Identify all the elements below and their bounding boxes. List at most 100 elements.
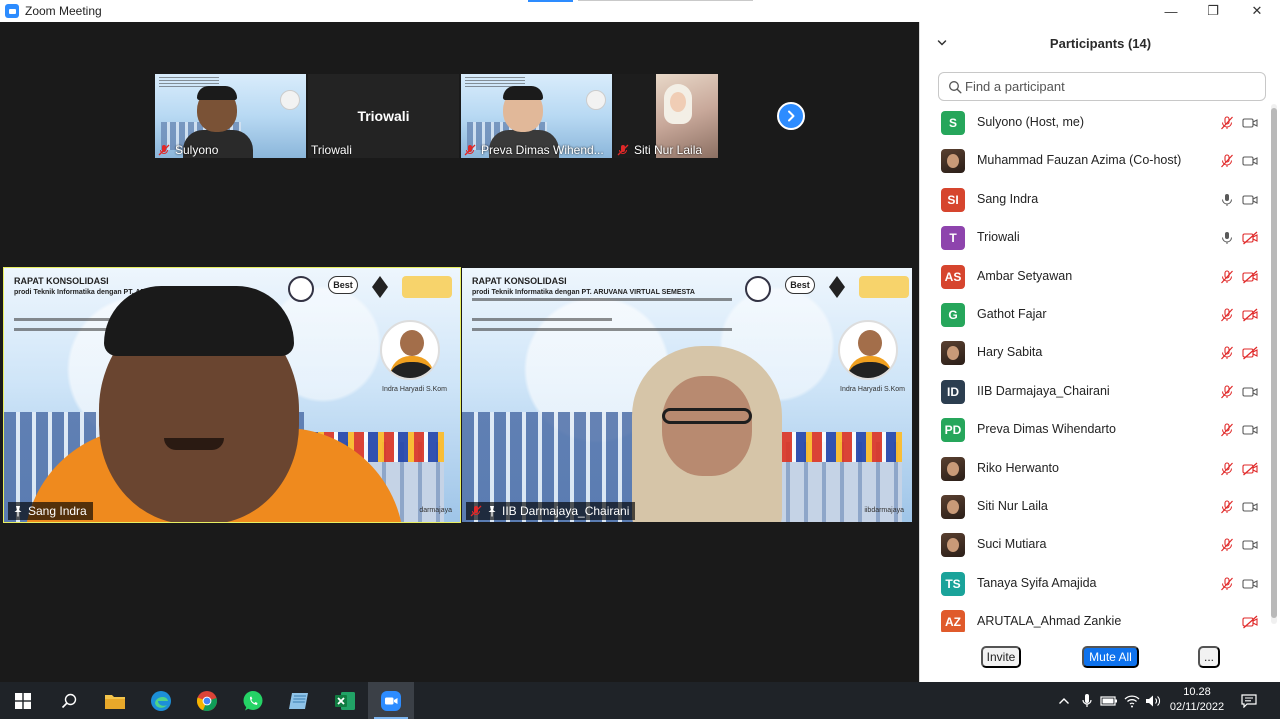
kampus-merdeka-logo <box>859 276 909 298</box>
tray-wifi[interactable] <box>1122 682 1142 719</box>
taskbar-whatsapp[interactable] <box>230 682 276 719</box>
participant-row[interactable]: AS Ambar Setyawan <box>920 258 1270 296</box>
tile-name-tag: Sang Indra <box>8 502 93 520</box>
video-thumbnail-sulyono[interactable]: Sulyono <box>155 74 306 158</box>
participants-header: Participants (14) <box>920 22 1280 64</box>
video-off-icon[interactable] <box>1242 346 1258 360</box>
participant-row[interactable]: G Gathot Fajar <box>920 296 1270 334</box>
participant-name: Hary Sabita <box>977 345 1043 360</box>
avatar: SI <box>941 187 965 212</box>
taskbar-search-button[interactable] <box>46 682 92 719</box>
mic-muted-icon[interactable] <box>1219 462 1235 476</box>
mic-muted-icon[interactable] <box>1219 423 1235 437</box>
video-icon[interactable] <box>1242 116 1258 130</box>
search-input[interactable] <box>965 79 1255 94</box>
video-icon[interactable] <box>1242 423 1258 437</box>
best-logo: Best <box>328 276 358 294</box>
video-icon[interactable] <box>1242 193 1258 207</box>
mic-icon[interactable] <box>1219 193 1235 207</box>
tray-volume[interactable] <box>1143 682 1163 719</box>
slide-title: RAPAT KONSOLIDASI <box>472 276 567 286</box>
video-thumbnail-preva[interactable]: Preva Dimas Wihend... <box>461 74 612 158</box>
participant-face <box>670 92 686 112</box>
video-icon[interactable] <box>1242 538 1258 552</box>
mic-muted-icon[interactable] <box>1219 577 1235 591</box>
video-thumbnail-triowali[interactable]: Triowali Triowali <box>308 74 459 158</box>
participant-row[interactable]: Suci Mutiara <box>920 526 1270 564</box>
participant-row[interactable]: AZ ARUTALA_Ahmad Zankie <box>920 603 1270 632</box>
participant-name: Ambar Setyawan <box>977 268 1073 283</box>
taskbar-file-explorer[interactable] <box>92 682 138 719</box>
taskbar-chrome[interactable] <box>184 682 230 719</box>
participant-row[interactable]: SI Sang Indra <box>920 181 1270 219</box>
video-thumbnail-siti-nur-laila[interactable]: Siti Nur Laila <box>614 74 718 158</box>
video-off-icon[interactable] <box>1242 270 1258 284</box>
video-off-icon[interactable] <box>1242 462 1258 476</box>
close-button[interactable]: ✕ <box>1235 0 1279 22</box>
participant-name: Preva Dimas Wihendarto <box>977 422 1116 437</box>
gallery-strip: Sulyono Triowali Triowali Preva Dimas Wi… <box>155 74 720 158</box>
tray-battery[interactable] <box>1098 682 1120 719</box>
restore-button[interactable]: ❐ <box>1191 0 1235 22</box>
participant-row[interactable]: S Sulyono (Host, me) <box>920 104 1270 142</box>
minimize-button[interactable]: — <box>1149 0 1193 22</box>
zoom-logo-icon <box>5 4 19 18</box>
scrollbar-thumb[interactable] <box>1271 108 1277 618</box>
video-tile-sang-indra[interactable]: RAPAT KONSOLIDASI prodi Teknik Informati… <box>3 267 461 523</box>
mute-all-button[interactable]: Mute All <box>1082 646 1139 668</box>
chevron-down-icon[interactable] <box>936 37 948 49</box>
pin-icon <box>14 506 22 517</box>
mic-muted-icon[interactable] <box>1219 308 1235 322</box>
video-tile-iib-darmajaya-chairani[interactable]: RAPAT KONSOLIDASI prodi Teknik Informati… <box>462 268 912 522</box>
participant-row[interactable]: ID IIB Darmajaya_Chairani <box>920 373 1270 411</box>
mic-muted-icon[interactable] <box>1219 500 1235 514</box>
video-icon[interactable] <box>1242 500 1258 514</box>
mic-muted-icon[interactable] <box>1219 385 1235 399</box>
video-off-icon[interactable] <box>1242 308 1258 322</box>
participant-name: Gathot Fajar <box>977 307 1047 321</box>
mic-muted-icon[interactable] <box>1219 538 1235 552</box>
participant-row[interactable]: PD Preva Dimas Wihendarto <box>920 411 1270 449</box>
mic-muted-icon[interactable] <box>1219 116 1235 130</box>
mic-muted-icon[interactable] <box>1219 154 1235 168</box>
more-options-button[interactable]: ... <box>1198 646 1220 668</box>
video-off-icon[interactable] <box>1242 231 1258 245</box>
tile-name-tag: IIB Darmajaya_Chairani <box>466 502 636 520</box>
taskbar-notes[interactable] <box>276 682 322 719</box>
taskbar-zoom[interactable] <box>368 682 414 719</box>
thumbnail-name: Sulyono <box>175 143 219 157</box>
show-hidden-icons-button[interactable] <box>1055 682 1073 719</box>
university-logo-icon <box>288 276 314 302</box>
participant-row[interactable]: TS Tanaya Syifa Amajida <box>920 565 1270 603</box>
mic-muted-icon[interactable] <box>1219 270 1235 284</box>
participant-row[interactable]: Siti Nur Laila <box>920 488 1270 526</box>
slide-presenter-name: Indra Haryadi S.Kom <box>840 386 905 393</box>
invite-button[interactable]: Invite <box>981 646 1021 668</box>
video-icon[interactable] <box>1242 577 1258 591</box>
notifications-button[interactable] <box>1236 682 1262 719</box>
participant-list: S Sulyono (Host, me) Muhammad Fauzan Azima… <box>920 104 1270 632</box>
mic-muted-icon[interactable] <box>1219 346 1235 360</box>
taskbar-clock[interactable]: 10.28 02/11/2022 <box>1168 685 1226 715</box>
taskbar-edge[interactable] <box>138 682 184 719</box>
video-off-icon[interactable] <box>1242 615 1258 629</box>
participant-row[interactable]: Riko Herwanto <box>920 450 1270 488</box>
start-button[interactable] <box>0 682 46 719</box>
windows-taskbar: 10.28 02/11/2022 <box>0 682 1280 719</box>
participant-list-scrollbar[interactable] <box>1270 104 1278 624</box>
participant-row[interactable]: Hary Sabita <box>920 334 1270 372</box>
tray-microphone[interactable] <box>1078 682 1096 719</box>
participant-row[interactable]: Muhammad Fauzan Azima (Co-host) <box>920 142 1270 180</box>
title-bar-accent <box>528 0 573 2</box>
next-page-button[interactable] <box>777 102 805 130</box>
taskbar-excel[interactable] <box>322 682 368 719</box>
video-icon[interactable] <box>1242 154 1258 168</box>
chrome-icon <box>196 690 217 711</box>
participant-row[interactable]: T Triowali <box>920 219 1270 257</box>
mic-icon[interactable] <box>1219 231 1235 245</box>
meeting-area: Sulyono Triowali Triowali Preva Dimas Wi… <box>0 22 919 682</box>
participant-search[interactable] <box>938 72 1266 101</box>
windows-start-icon <box>15 692 31 709</box>
slide-title: RAPAT KONSOLIDASI <box>14 276 109 286</box>
video-icon[interactable] <box>1242 385 1258 399</box>
